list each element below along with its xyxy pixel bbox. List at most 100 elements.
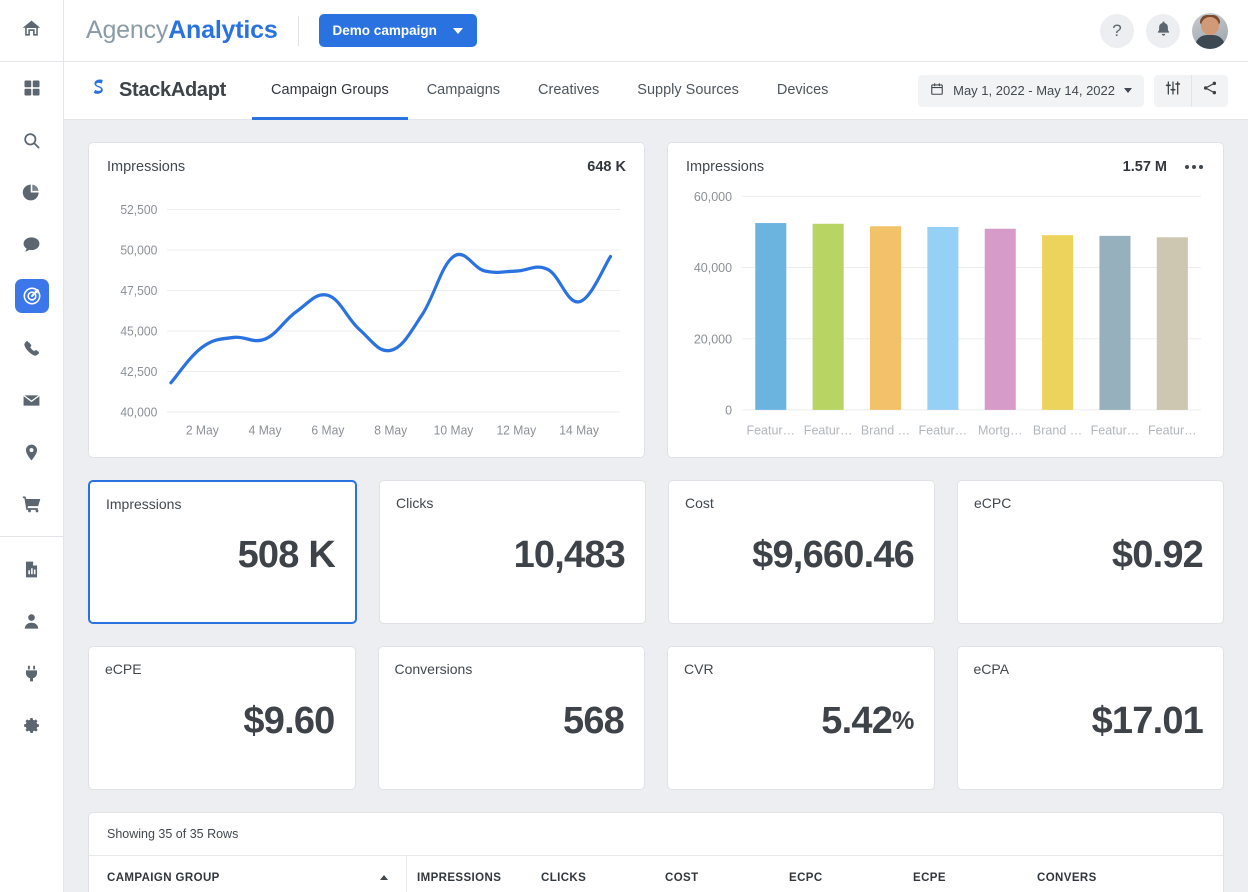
sidebar-group-secondary xyxy=(0,536,64,751)
column-header-ecpc[interactable]: ECPC xyxy=(779,856,903,892)
report-document-icon xyxy=(15,552,49,586)
kpi-label: Cost xyxy=(685,495,918,511)
column-header-campaign-group[interactable]: CAMPAIGN GROUP xyxy=(89,856,407,892)
svg-text:20,000: 20,000 xyxy=(694,332,732,346)
bar-chart-plot[interactable]: 020,00040,00060,000Featur…Featur…Brand …… xyxy=(686,181,1205,447)
tab-supply-sources[interactable]: Supply Sources xyxy=(618,63,758,120)
brand-analytics: Analytics xyxy=(168,16,277,44)
column-label: CAMPAIGN GROUP xyxy=(107,872,220,884)
shopping-cart-icon xyxy=(15,487,49,521)
column-header-clicks[interactable]: CLICKS xyxy=(531,856,655,892)
column-header-conversions[interactable]: CONVERS xyxy=(1027,856,1151,892)
svg-text:4 May: 4 May xyxy=(249,423,283,437)
kpi-row-2: eCPE $9.60 Conversions 568 CVR 5.42% eCP… xyxy=(88,646,1224,790)
sidebar-item-local[interactable] xyxy=(0,426,64,478)
campaign-groups-table: Showing 35 of 35 Rows CAMPAIGN GROUP IMP… xyxy=(88,812,1224,892)
sidebar-item-search[interactable] xyxy=(0,114,64,166)
line-chart-header: Impressions 648 K xyxy=(107,159,626,175)
campaign-selector-label: Demo campaign xyxy=(333,23,437,38)
help-button[interactable]: ? xyxy=(1100,14,1134,48)
line-chart-header-right: 648 K xyxy=(587,159,626,175)
chat-bubble-icon xyxy=(15,227,49,261)
tab-label: Devices xyxy=(777,82,829,98)
svg-text:Featur…: Featur… xyxy=(746,423,795,437)
sidebar-item-ecommerce[interactable] xyxy=(0,478,64,530)
svg-text:42,500: 42,500 xyxy=(120,365,157,379)
svg-text:Featur…: Featur… xyxy=(919,423,968,437)
svg-text:8 May: 8 May xyxy=(374,423,408,437)
tab-devices[interactable]: Devices xyxy=(758,63,848,120)
kpi-row-1: Impressions 508 K Clicks 10,483 Cost $9,… xyxy=(88,480,1224,624)
person-icon xyxy=(15,604,49,638)
sidebar-item-home[interactable] xyxy=(0,0,64,62)
kpi-value-number: 5.42 xyxy=(821,700,892,743)
kpi-label: Clicks xyxy=(396,495,629,511)
kpi-card-ecpa[interactable]: eCPA $17.01 xyxy=(957,646,1225,790)
svg-text:10 May: 10 May xyxy=(434,423,474,437)
notifications-button[interactable] xyxy=(1146,14,1180,48)
column-label: COST xyxy=(665,872,699,884)
tab-label: Campaign Groups xyxy=(271,82,389,98)
line-chart-plot[interactable]: 40,00042,50045,00047,50050,00052,5002 Ma… xyxy=(107,181,626,447)
brand-agency: Agency xyxy=(86,16,168,44)
sidebar-item-messages[interactable] xyxy=(0,218,64,270)
kpi-value: 508 K xyxy=(106,512,339,608)
subnav-icon-buttons xyxy=(1154,75,1228,107)
kpi-card-ecpe[interactable]: eCPE $9.60 xyxy=(88,646,356,790)
sidebar-item-integrations[interactable] xyxy=(0,647,64,699)
tab-campaigns[interactable]: Campaigns xyxy=(408,63,519,120)
integration-subnav: StackAdapt Campaign Groups Campaigns Cre… xyxy=(64,62,1248,120)
filter-settings-button[interactable] xyxy=(1154,75,1191,107)
column-label: IMPRESSIONS xyxy=(417,872,501,884)
svg-text:12 May: 12 May xyxy=(496,423,536,437)
table-header-row: CAMPAIGN GROUP IMPRESSIONS CLICKS COST E… xyxy=(89,855,1223,892)
share-button[interactable] xyxy=(1191,75,1228,107)
sidebar-item-users[interactable] xyxy=(0,595,64,647)
app-header: AgencyAnalytics Demo campaign ? xyxy=(64,0,1248,62)
dashboard-content: Impressions 648 K 40,00042,50045,00047,5… xyxy=(64,120,1248,892)
chevron-down-icon xyxy=(1124,88,1132,93)
sidebar-item-dashboard[interactable] xyxy=(0,62,64,114)
share-icon xyxy=(1202,80,1218,101)
column-label: ECPE xyxy=(913,872,946,884)
user-avatar[interactable] xyxy=(1192,13,1228,49)
sidebar-item-calls[interactable] xyxy=(0,322,64,374)
sidebar-item-email[interactable] xyxy=(0,374,64,426)
sidebar-item-advertising[interactable] xyxy=(0,270,64,322)
kpi-card-cost[interactable]: Cost $9,660.46 xyxy=(668,480,935,624)
kpi-card-cvr[interactable]: CVR 5.42% xyxy=(667,646,935,790)
campaign-selector-button[interactable]: Demo campaign xyxy=(319,14,477,47)
kpi-card-clicks[interactable]: Clicks 10,483 xyxy=(379,480,646,624)
line-chart-total: 648 K xyxy=(587,159,626,175)
main-column: AgencyAnalytics Demo campaign ? xyxy=(64,0,1248,892)
sidebar-item-settings[interactable] xyxy=(0,699,64,751)
pie-chart-icon xyxy=(15,175,49,209)
svg-text:2 May: 2 May xyxy=(186,423,220,437)
svg-text:6 May: 6 May xyxy=(311,423,345,437)
sidebar-item-reports[interactable] xyxy=(0,543,64,595)
gear-icon xyxy=(15,708,49,742)
svg-text:Brand …: Brand … xyxy=(861,423,910,437)
kpi-card-ecpc[interactable]: eCPC $0.92 xyxy=(957,480,1224,624)
tab-campaign-groups[interactable]: Campaign Groups xyxy=(252,63,408,120)
svg-text:60,000: 60,000 xyxy=(694,190,732,204)
column-label: ECPC xyxy=(789,872,823,884)
stackadapt-mark-icon xyxy=(86,76,110,105)
app-logo: AgencyAnalytics xyxy=(86,16,278,45)
kpi-label: Conversions xyxy=(395,661,629,677)
date-range-picker[interactable]: May 1, 2022 - May 14, 2022 xyxy=(918,75,1144,107)
svg-text:50,000: 50,000 xyxy=(120,243,157,257)
tab-creatives[interactable]: Creatives xyxy=(519,63,618,120)
line-chart-title: Impressions xyxy=(107,159,185,175)
sidebar-item-analytics[interactable] xyxy=(0,166,64,218)
column-header-cost[interactable]: COST xyxy=(655,856,779,892)
sliders-filter-icon xyxy=(1165,80,1181,101)
svg-text:40,000: 40,000 xyxy=(694,261,732,275)
column-header-impressions[interactable]: IMPRESSIONS xyxy=(407,856,531,892)
more-options-icon[interactable] xyxy=(1183,161,1205,173)
column-header-ecpe[interactable]: ECPE xyxy=(903,856,1027,892)
ad-target-icon xyxy=(15,279,49,313)
kpi-card-impressions[interactable]: Impressions 508 K xyxy=(88,480,357,624)
kpi-card-conversions[interactable]: Conversions 568 xyxy=(378,646,646,790)
impressions-bar-chart-widget: Impressions 1.57 M 020,00040,00060,000Fe… xyxy=(667,142,1224,458)
